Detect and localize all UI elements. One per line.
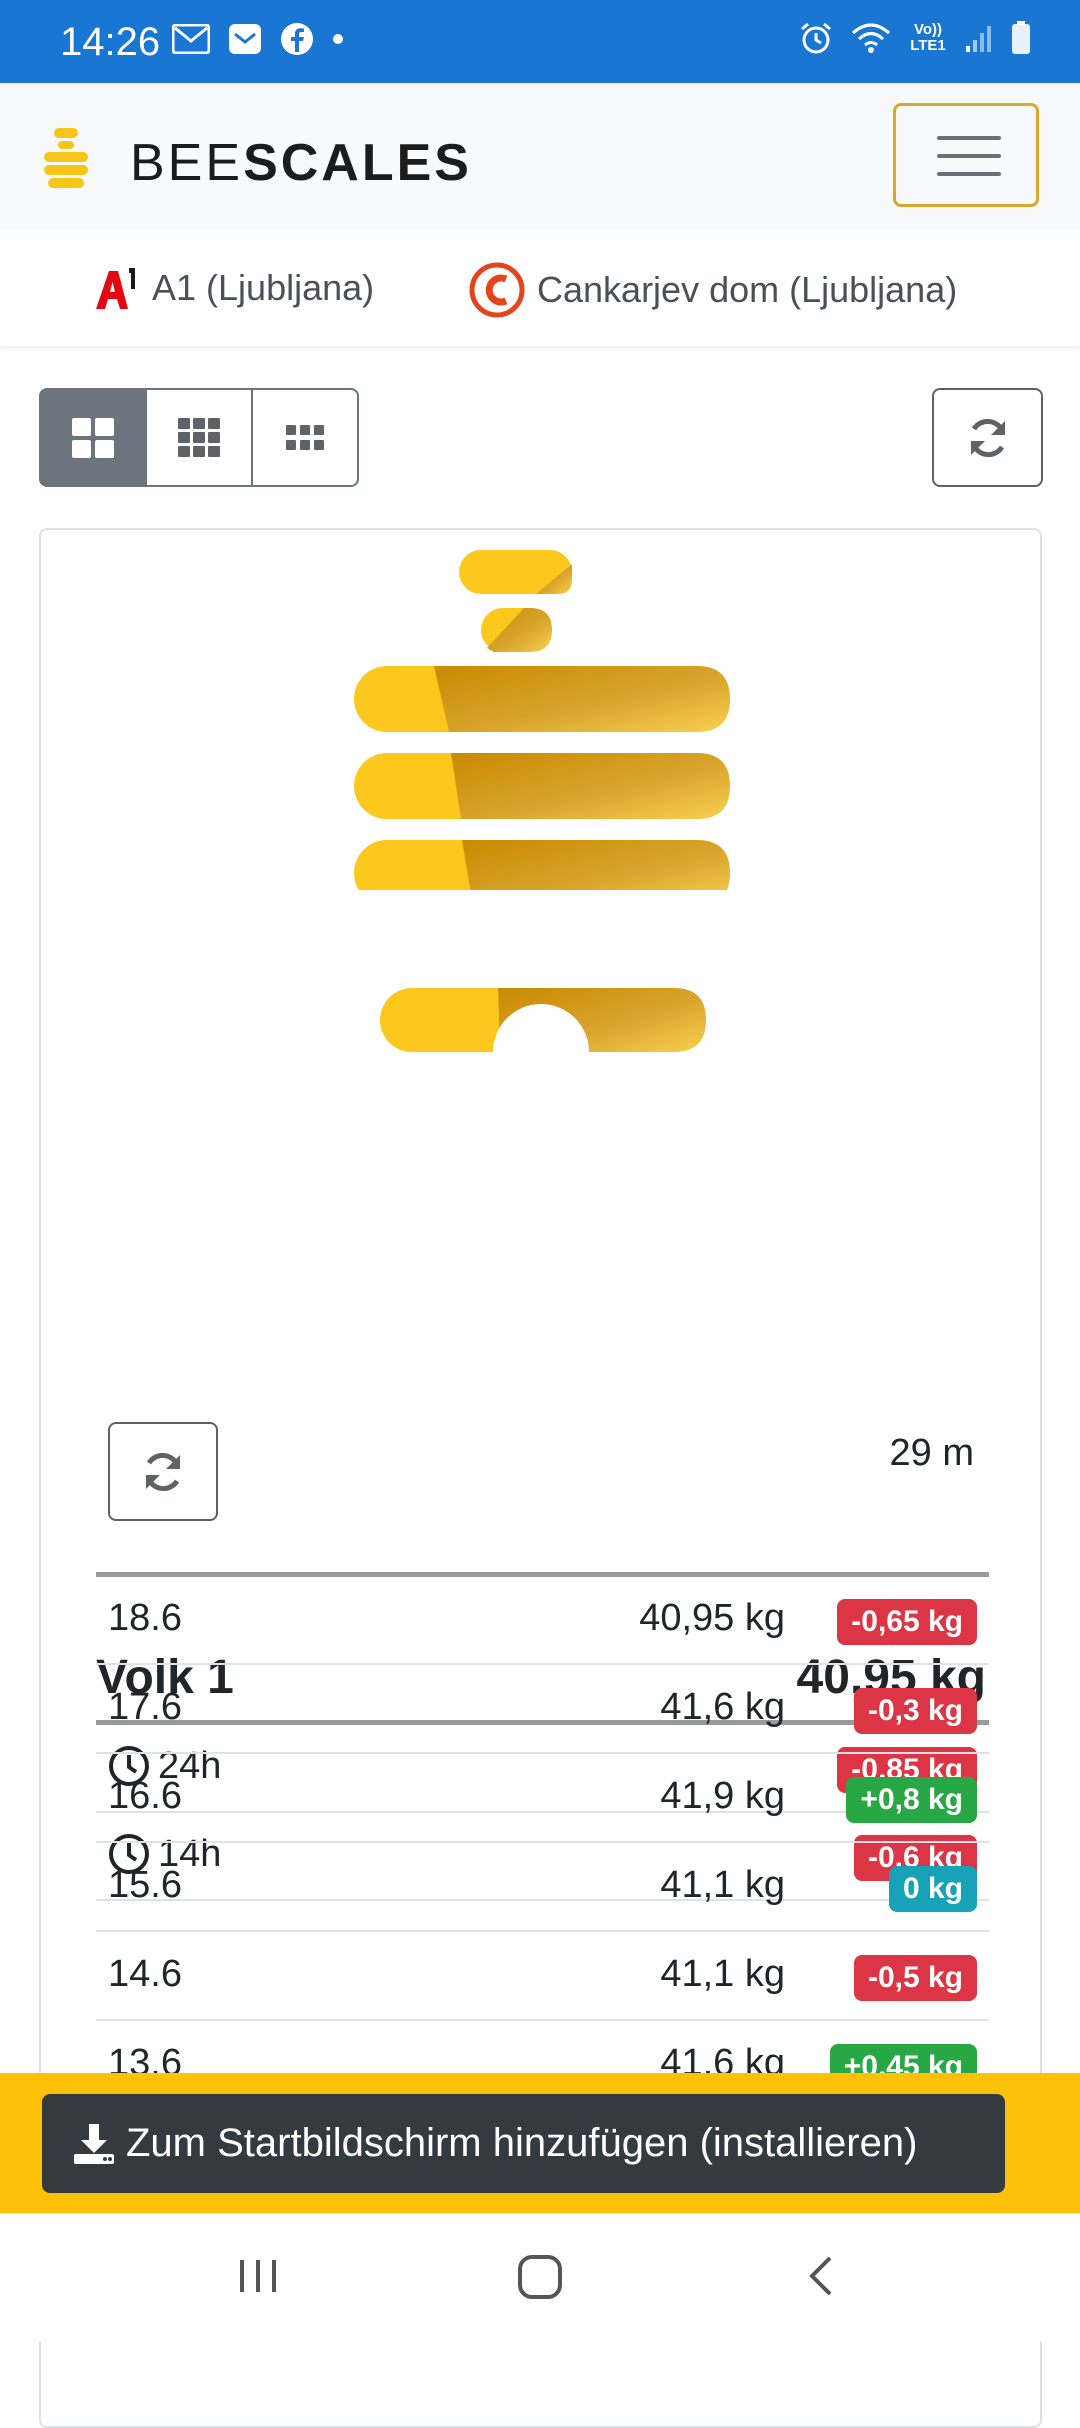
history-date: 18.6: [108, 1597, 182, 1639]
medium-grid-icon: [178, 417, 220, 457]
partner-cankarjev-dom-label: Cankarjev dom (Ljubljana): [537, 269, 958, 310]
large-grid-icon: [72, 417, 114, 458]
history-weight: 41,9 kg: [660, 1775, 785, 1817]
status-bar: 14:26 Vo)) LTE1: [0, 0, 1080, 83]
alarm-icon: [801, 22, 831, 54]
weight-change-badge: 0 kg: [888, 1866, 977, 1912]
history-row: 16.6 41,9 kg +0,8 kg: [96, 1755, 989, 1843]
battery-icon: [1012, 21, 1030, 54]
view-small-button[interactable]: [251, 388, 359, 487]
beescales-logo-icon[interactable]: [40, 128, 92, 190]
volte-label: Vo)) LTE1: [910, 21, 946, 54]
message-icon: [229, 24, 261, 54]
history-date: 17.6: [108, 1686, 182, 1728]
hive-bottom-arch: [380, 988, 706, 1052]
history-row: 17.6 41,6 kg -0,3 kg: [96, 1666, 989, 1754]
weight-change-badge: +0,8 kg: [846, 1777, 977, 1823]
view-medium-button[interactable]: [145, 388, 253, 487]
facebook-icon: [281, 23, 313, 55]
install-app-button[interactable]: Zum Startbildschirm hinzufügen (installi…: [42, 2094, 1005, 2193]
a1-logo-icon: [96, 268, 135, 309]
recent-apps-icon[interactable]: [236, 2254, 280, 2298]
history-date: 14.6: [108, 1953, 182, 1995]
back-icon[interactable]: [802, 2254, 842, 2298]
refresh-all-button[interactable]: [932, 388, 1043, 487]
install-app-label: Zum Startbildschirm hinzufügen (installi…: [126, 2121, 918, 2165]
refresh-hive-button[interactable]: [108, 1422, 218, 1521]
history-date: 16.6: [108, 1775, 182, 1817]
history-row: 14.6 41,1 kg -0,5 kg: [96, 1933, 989, 2021]
history-date: 15.6: [108, 1864, 182, 1906]
view-large-button[interactable]: [39, 388, 147, 487]
refresh-icon: [145, 1452, 181, 1491]
history-row: 15.6 41,1 kg 0 kg: [96, 1844, 989, 1932]
hamburger-menu-icon: [937, 136, 1001, 140]
partner-a1-label: A1 (Ljubljana): [152, 267, 375, 308]
dot-icon: [333, 34, 343, 44]
brand-name-light: BEE: [130, 134, 244, 192]
download-icon: [74, 2123, 114, 2164]
weight-change-badge: -0,65 kg: [837, 1599, 977, 1645]
brand-name[interactable]: BEESCALES: [130, 133, 472, 193]
history-weight: 40,95 kg: [639, 1597, 785, 1639]
beehive-scale-image: [354, 550, 730, 890]
weight-change-badge: -0,3 kg: [853, 1688, 977, 1734]
system-navigation-bar: [0, 2213, 1080, 2341]
signal-icon: [966, 26, 991, 52]
view-size-toggle: [39, 388, 359, 487]
status-time: 14:26: [60, 20, 161, 64]
last-update-age: 29 m: [889, 1432, 974, 1474]
wifi-icon: [852, 23, 890, 53]
home-icon[interactable]: [517, 2254, 563, 2300]
partners-bar: A1 (Ljubljana) Cankarjev dom (Ljubljana): [0, 230, 1080, 346]
history-weight: 41,1 kg: [660, 1864, 785, 1906]
cankarjev-dom-logo-icon: [469, 262, 525, 318]
partner-a1[interactable]: A1 (Ljubljana): [94, 260, 374, 316]
history-row: 18.6 40,95 kg -0,65 kg: [96, 1577, 989, 1665]
history-weight: 41,6 kg: [660, 1686, 785, 1728]
install-banner: Zum Startbildschirm hinzufügen (installi…: [0, 2073, 1080, 2213]
hamburger-menu-button[interactable]: [893, 103, 1039, 207]
refresh-icon: [970, 418, 1005, 457]
partner-cankarjev-dom[interactable]: Cankarjev dom (Ljubljana): [469, 260, 957, 320]
weight-change-badge: -0,5 kg: [853, 1955, 977, 2001]
brand-name-bold: SCALES: [243, 134, 472, 192]
gmail-icon: [172, 24, 210, 54]
history-weight: 41,1 kg: [660, 1953, 785, 1995]
small-grid-icon: [286, 424, 324, 450]
